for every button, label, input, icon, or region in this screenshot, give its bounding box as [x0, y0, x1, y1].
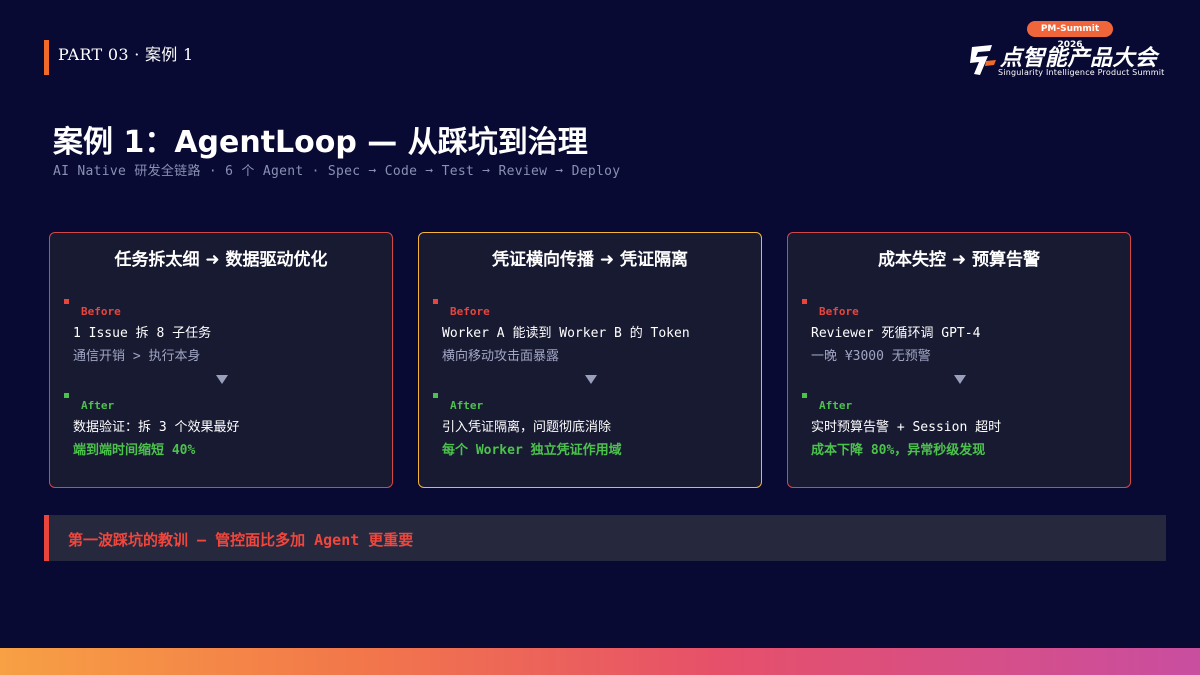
after-line-2: 端到端时间缩短 40% — [73, 443, 196, 458]
bottom-gradient-strip — [0, 648, 1200, 675]
summit-logo-icon — [970, 45, 996, 75]
red-square-icon — [433, 299, 438, 304]
case-card-task-split: 任务拆太细 ➜ 数据驱动优化 Before 1 Issue 拆 8 子任务 通信… — [49, 232, 393, 488]
lesson-text: 第一波踩坑的教训 — 管控面比多加 Agent 更重要 — [68, 531, 414, 549]
before-line-2: 通信开销 > 执行本身 — [73, 349, 201, 364]
green-square-icon — [64, 393, 69, 398]
before-line-1: Worker A 能读到 Worker B 的 Token — [442, 326, 690, 341]
before-line-1: Reviewer 死循环调 GPT-4 — [811, 326, 981, 341]
down-arrow-icon — [954, 375, 966, 384]
slide-subtitle: AI Native 研发全链路 · 6 个 Agent · Spec ➞ Cod… — [53, 164, 621, 179]
after-line-1: 实时预算告警 + Session 超时 — [811, 420, 1002, 435]
lesson-accent-bar — [44, 515, 49, 561]
after-line-2: 每个 Worker 独立凭证作用域 — [442, 443, 622, 458]
part-accent-bar — [44, 40, 49, 75]
summit-logo: PM-Summit 2026 点智能产品大会 Singularity Intel… — [966, 21, 1180, 83]
after-line-1: 数据验证：拆 3 个效果最好 — [73, 420, 240, 435]
before-line-1: 1 Issue 拆 8 子任务 — [73, 326, 212, 341]
red-square-icon — [802, 299, 807, 304]
down-arrow-icon — [216, 375, 228, 384]
before-line-2: 横向移动攻击面暴露 — [442, 349, 560, 364]
after-line-2: 成本下降 80%，异常秒级发现 — [811, 443, 986, 458]
before-line-2: 一晚 ¥3000 无预警 — [811, 349, 931, 364]
card-title: 成本失控 ➜ 预算告警 — [877, 250, 1041, 270]
part-label: PART 03 · 案例 1 — [58, 45, 194, 64]
case-card-budget-alert: 成本失控 ➜ 预算告警 Before Reviewer 死循环调 GPT-4 一… — [787, 232, 1131, 488]
after-line-1: 引入凭证隔离，问题彻底消除 — [442, 420, 612, 435]
red-square-icon — [64, 299, 69, 304]
green-square-icon — [433, 393, 438, 398]
logo-subtitle: Singularity Intelligence Product Summit — [998, 68, 1165, 77]
lesson-callout: 第一波踩坑的教训 — 管控面比多加 Agent 更重要 — [44, 515, 1166, 561]
green-square-icon — [802, 393, 807, 398]
card-title: 任务拆太细 ➜ 数据驱动优化 — [114, 250, 328, 270]
slide-title: 案例 1：AgentLoop — 从踩坑到治理 — [53, 125, 588, 160]
logo-badge: PM-Summit 2026 — [1027, 21, 1113, 50]
card-title: 凭证横向传播 ➜ 凭证隔离 — [491, 250, 689, 270]
down-arrow-icon — [585, 375, 597, 384]
case-card-credential-isolation: 凭证横向传播 ➜ 凭证隔离 Before Worker A 能读到 Worker… — [418, 232, 762, 488]
